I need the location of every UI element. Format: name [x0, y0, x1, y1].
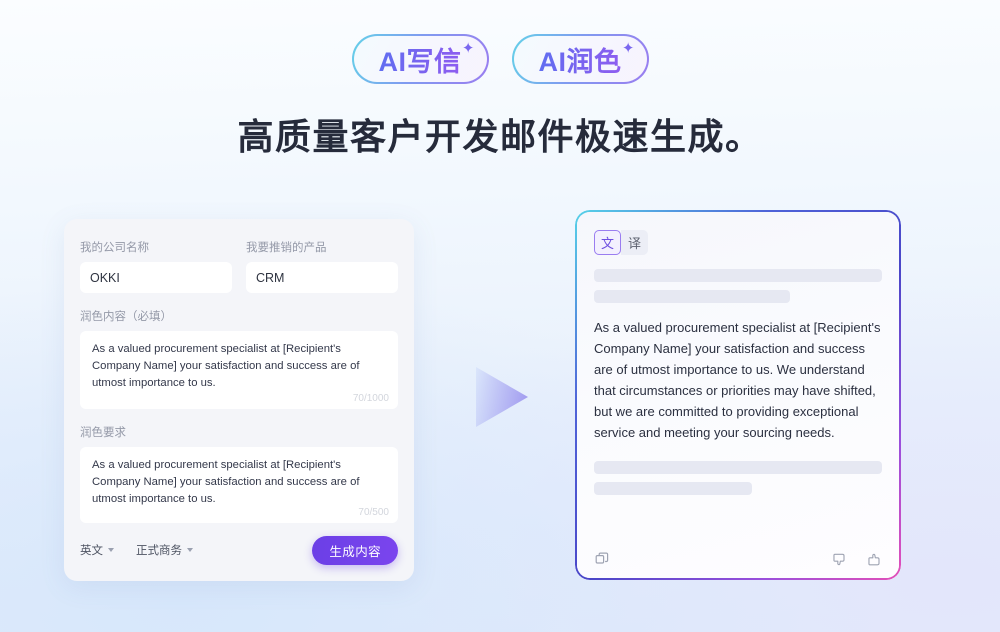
page-title: 高质量客户开发邮件极速生成。 [237, 116, 763, 157]
copy-icon[interactable] [594, 551, 610, 567]
badge-ai-write-label: AI写信 [379, 40, 462, 79]
badge-row: AI写信 ✦ AI润色 ✦ [0, 34, 1000, 84]
polish-content-textarea[interactable]: As a valued procurement specialist at [R… [80, 331, 398, 409]
badge-ai-polish-label: AI润色 [539, 40, 622, 79]
product-field-label: 我要推销的产品 [246, 242, 327, 254]
polish-requirement-counter: 70/500 [358, 507, 389, 518]
polish-content-value: As a valued procurement specialist at [R… [92, 343, 360, 389]
ai-polish-form-card: 我的公司名称 OKKI 我要推销的产品 CRM 润色内容（必填） As a va… [64, 219, 414, 581]
tone-select-value: 正式商务 [136, 545, 182, 557]
product-name-input[interactable]: CRM [246, 262, 398, 293]
chevron-down-icon [108, 548, 114, 552]
flow-arrow-icon [476, 367, 528, 427]
language-select-value: 英文 [80, 545, 103, 557]
generate-content-button[interactable]: 生成内容 [312, 535, 398, 565]
language-select[interactable]: 英文 [80, 542, 114, 558]
skeleton-line [594, 482, 753, 495]
skeleton-line [594, 461, 882, 474]
toggle-original-text[interactable]: 文 [594, 230, 621, 255]
ai-result-body: As a valued procurement specialist at [R… [594, 320, 881, 440]
skeleton-line [594, 269, 882, 282]
demo-stage: 我的公司名称 OKKI 我要推销的产品 CRM 润色内容（必填） As a va… [0, 210, 1000, 582]
feedback-icons [832, 552, 882, 567]
polish-content-label: 润色内容（必填） [80, 311, 172, 323]
top-field-row: 我的公司名称 OKKI 我要推销的产品 CRM [80, 239, 398, 293]
thumbs-up-icon[interactable] [867, 552, 882, 567]
result-language-toggle: 文 译 [594, 230, 648, 255]
polish-content-counter: 70/1000 [352, 393, 389, 404]
chevron-down-icon [187, 548, 193, 552]
ai-result-card: 文 译 As a valued procurement specialist a… [575, 210, 901, 580]
sparkle-icon: ✦ [461, 40, 475, 57]
company-field-label: 我的公司名称 [80, 242, 149, 254]
product-field-group: 我要推销的产品 CRM [246, 239, 398, 293]
toggle-translated-text[interactable]: 译 [621, 230, 648, 255]
badge-ai-write[interactable]: AI写信 ✦ [351, 34, 489, 84]
ai-result-inner: 文 译 As a valued procurement specialist a… [577, 212, 899, 578]
promo-header: AI写信 ✦ AI润色 ✦ 高质量客户开发邮件极速生成。 [0, 0, 1000, 160]
polish-requirement-group: 润色要求 As a valued procurement specialist … [80, 424, 398, 523]
sparkle-icon: ✦ [621, 40, 635, 57]
company-field-group: 我的公司名称 OKKI [80, 239, 232, 293]
result-action-bar [594, 551, 882, 567]
polish-content-group: 润色内容（必填） As a valued procurement special… [80, 308, 398, 409]
company-name-input[interactable]: OKKI [80, 262, 232, 293]
thumbs-down-icon[interactable] [832, 552, 847, 567]
skeleton-line [594, 290, 790, 303]
polish-requirement-value: As a valued procurement specialist at [R… [92, 459, 360, 505]
form-footer: 英文 正式商务 生成内容 [80, 533, 398, 567]
tone-select[interactable]: 正式商务 [136, 542, 193, 558]
badge-ai-polish[interactable]: AI润色 ✦ [511, 34, 649, 84]
polish-requirement-textarea[interactable]: As a valued procurement specialist at [R… [80, 447, 398, 523]
polish-requirement-label: 润色要求 [80, 427, 126, 439]
